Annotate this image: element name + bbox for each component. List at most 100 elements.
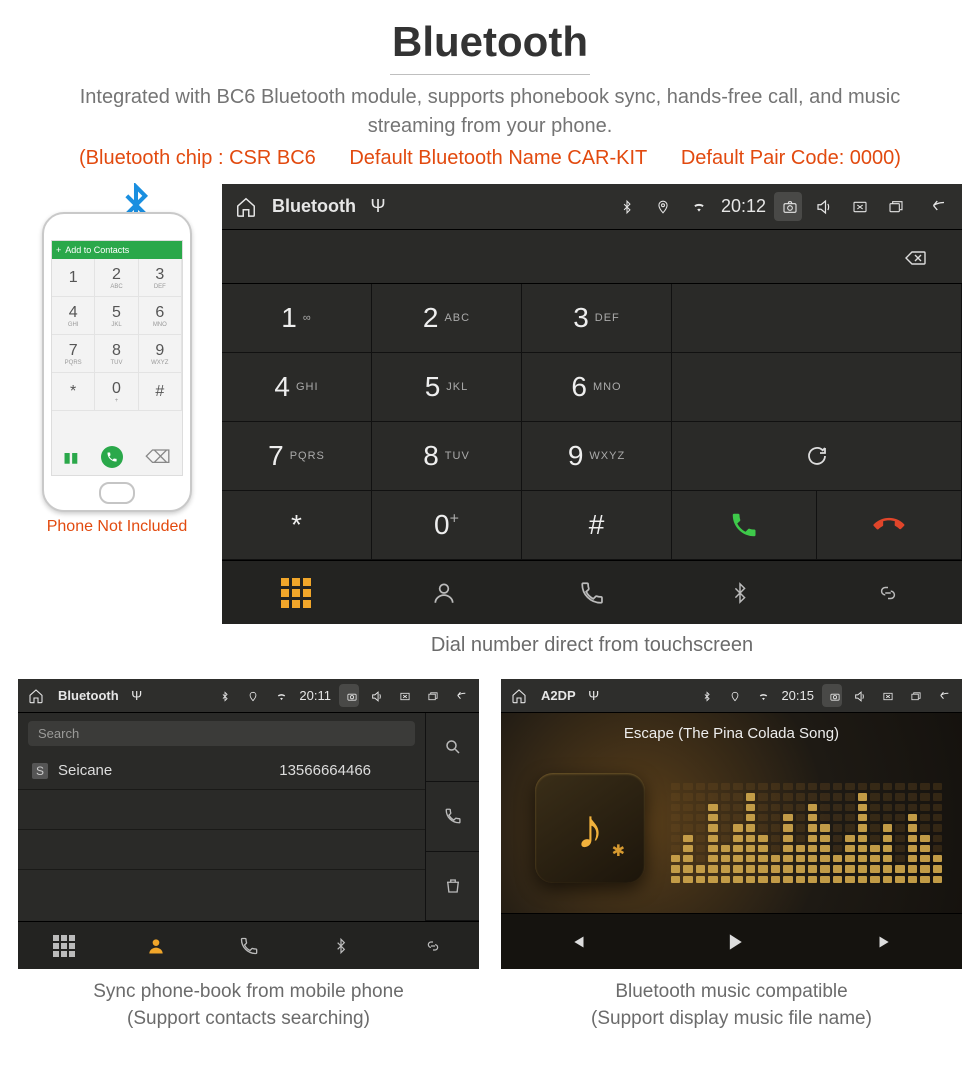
next-button[interactable] (808, 928, 962, 956)
phonepad-key-1[interactable]: 1 (52, 259, 95, 297)
dial-key-6[interactable]: 6MNO (522, 353, 672, 422)
nav-contacts[interactable] (110, 922, 202, 969)
usb-icon: Ψ (127, 688, 147, 703)
home-icon[interactable] (232, 195, 260, 217)
phonepad-key-8[interactable]: 8TUV (95, 335, 138, 373)
dial-key-1[interactable]: 1∞ (222, 284, 372, 353)
dialer-statusbar: Bluetooth Ψ 20:12 (222, 184, 962, 230)
equalizer-viz (671, 783, 942, 883)
dial-key-*[interactable]: * (222, 491, 372, 560)
contact-name: Seicane (58, 762, 112, 779)
music-content: Escape (The Pina Colada Song) ♪✱ (501, 713, 962, 913)
spec-line: (Bluetooth chip : CSR BC6 Default Blueto… (0, 147, 980, 170)
side-delete-icon[interactable] (426, 852, 479, 921)
home-icon[interactable] (509, 687, 529, 704)
contact-number: 13566664466 (279, 762, 371, 779)
phonepad-key-2[interactable]: 2ABC (95, 259, 138, 297)
dial-key-7[interactable]: 7PQRS (222, 422, 372, 491)
phone-device: + Add to Contacts 12ABC3DEF 4GHI5JKL6MNO 7… (42, 212, 192, 512)
camera-icon[interactable] (774, 192, 802, 221)
phonepad-key-*[interactable]: * (52, 373, 95, 411)
music-statusbar: A2DP Ψ 20:15 (501, 679, 962, 713)
close-app-icon[interactable] (395, 688, 415, 703)
contact-row-empty (18, 830, 425, 870)
music-screen: A2DP Ψ 20:15 Escape (The Pina Colada Son… (501, 679, 962, 969)
contact-row-empty (18, 870, 425, 910)
spec-pair: Default Pair Code: 0000) (681, 147, 901, 169)
side-call-icon[interactable] (426, 782, 479, 851)
recent-apps-icon[interactable] (906, 688, 926, 703)
clock-time: 20:12 (721, 196, 766, 217)
phonebook-screen: Bluetooth Ψ 20:11 Search S Seicane (18, 679, 479, 969)
recent-apps-icon[interactable] (882, 196, 910, 217)
backspace-icon[interactable] (898, 241, 932, 272)
usb-icon: Ψ (364, 196, 392, 217)
nav-calllog[interactable] (518, 561, 666, 624)
nav-calllog[interactable] (202, 922, 294, 969)
pb-nav (18, 921, 479, 969)
close-app-icon[interactable] (846, 196, 874, 217)
dial-key-4[interactable]: 4GHI (222, 353, 372, 422)
contact-row[interactable]: S Seicane 13566664466 (18, 752, 425, 790)
phonepad-key-9[interactable]: 9WXYZ (139, 335, 182, 373)
search-input[interactable]: Search (28, 721, 415, 746)
back-icon[interactable] (451, 688, 471, 703)
wifi-icon (685, 196, 713, 217)
nav-pair[interactable] (387, 922, 479, 969)
home-icon[interactable] (26, 687, 46, 704)
dial-empty (672, 284, 962, 353)
spec-name: Default Bluetooth Name CAR-KIT (349, 147, 647, 169)
pb-caption-2: (Support contacts searching) (18, 1006, 479, 1033)
phonepad-key-3[interactable]: 3DEF (139, 259, 182, 297)
call-button[interactable] (672, 491, 817, 560)
phone-call-button[interactable] (101, 446, 123, 468)
dialer-title: Bluetooth (272, 196, 356, 217)
phonepad-key-5[interactable]: 5JKL (95, 297, 138, 335)
phonepad-key-7[interactable]: 7PQRS (52, 335, 95, 373)
side-actions (425, 713, 479, 921)
dialer-nav (222, 560, 962, 624)
dial-input[interactable] (222, 230, 962, 284)
phonepad-key-6[interactable]: 6MNO (139, 297, 182, 335)
dial-key-5[interactable]: 5JKL (372, 353, 522, 422)
nav-keypad[interactable] (18, 922, 110, 969)
phonepad-key-0[interactable]: 0+ (95, 373, 138, 411)
phonepad-key-4[interactable]: 4GHI (52, 297, 95, 335)
side-search-icon[interactable] (426, 713, 479, 782)
volume-icon[interactable] (367, 688, 387, 703)
track-name: Escape (The Pina Colada Song) (501, 725, 962, 742)
nav-keypad[interactable] (222, 561, 370, 624)
camera-icon[interactable] (822, 684, 842, 707)
dial-key-#[interactable]: # (522, 491, 672, 560)
recent-apps-icon[interactable] (423, 688, 443, 703)
nav-pair[interactable] (814, 561, 962, 624)
volume-icon[interactable] (850, 688, 870, 703)
back-icon[interactable] (934, 688, 954, 703)
nav-bluetooth[interactable] (295, 922, 387, 969)
dial-key-8[interactable]: 8TUV (372, 422, 522, 491)
hangup-button[interactable] (817, 491, 962, 560)
back-icon[interactable] (924, 196, 952, 217)
album-art-icon: ♪✱ (535, 773, 645, 883)
nav-contacts[interactable] (370, 561, 518, 624)
dial-key-0[interactable]: 0+ (372, 491, 522, 560)
clock-time: 20:15 (781, 688, 814, 703)
music-controls (501, 913, 962, 969)
dial-key-9[interactable]: 9WXYZ (522, 422, 672, 491)
music-caption-2: (Support display music file name) (501, 1006, 962, 1033)
bt-status-icon (215, 688, 235, 703)
refresh-button[interactable] (672, 422, 962, 491)
phonepad-key-#[interactable]: # (139, 373, 182, 411)
camera-icon[interactable] (339, 684, 359, 707)
music-title: A2DP (541, 688, 576, 703)
clock-time: 20:11 (299, 688, 331, 703)
nav-bluetooth[interactable] (666, 561, 814, 624)
volume-icon[interactable] (810, 196, 838, 217)
prev-button[interactable] (501, 928, 655, 956)
phone-topbar: + Add to Contacts (52, 241, 182, 259)
dial-key-2[interactable]: 2ABC (372, 284, 522, 353)
dial-key-3[interactable]: 3DEF (522, 284, 672, 353)
bt-status-icon (613, 196, 641, 217)
play-button[interactable] (655, 928, 809, 956)
close-app-icon[interactable] (878, 688, 898, 703)
